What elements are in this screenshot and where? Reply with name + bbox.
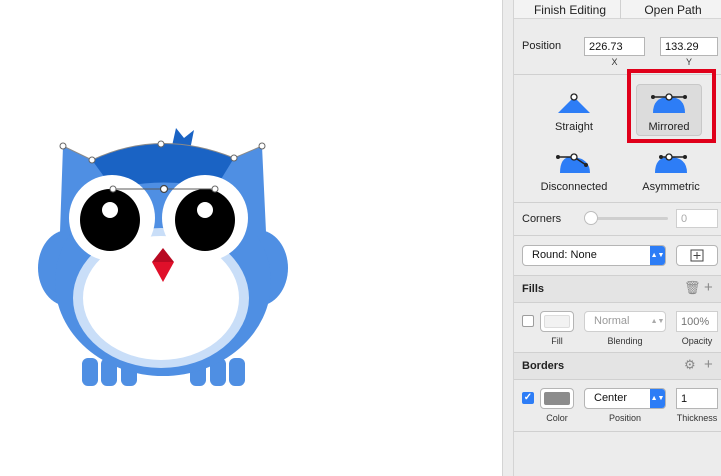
border-thickness-field[interactable] (676, 388, 718, 409)
straight-mode-button[interactable]: Straight (539, 83, 609, 141)
panel-splitter[interactable] (502, 0, 514, 476)
fill-opacity-field[interactable] (676, 311, 718, 332)
fills-row: Normal ▲▼ Fill Blending Opacity (514, 303, 721, 353)
borders-header: Borders ⚙ + (514, 353, 721, 380)
color-caption: Color (546, 413, 568, 423)
finish-editing-button[interactable]: Finish Editing (530, 0, 610, 19)
position-x-field[interactable] (584, 37, 645, 56)
fill-blending-value: Normal (594, 315, 630, 327)
chevron-down-icon: ▲▼ (650, 246, 665, 265)
disconnected-mode-label: Disconnected (540, 181, 608, 193)
fill-color-preview (544, 315, 570, 328)
chevron-updown-icon: ▲▼ (650, 318, 665, 325)
disconnected-point-icon (556, 153, 590, 173)
round-select-value: Round: None (532, 249, 597, 261)
chevron-updown-icon: ▲▼ (650, 389, 665, 408)
add-box-icon (690, 249, 704, 262)
add-round-button[interactable] (676, 245, 718, 266)
blending-caption: Blending (607, 336, 643, 346)
gear-icon[interactable]: ⚙ (684, 357, 696, 373)
round-section: Round: None ▲▼ (514, 236, 721, 276)
straight-point-icon (558, 93, 590, 113)
corners-slider-knob[interactable] (584, 211, 598, 225)
position-section: Position X Y (514, 19, 721, 75)
disconnected-mode-button[interactable]: Disconnected (539, 143, 609, 201)
corners-label: Corners (522, 213, 562, 225)
position-label: Position (522, 40, 562, 52)
fills-header: Fills 🗑 + (514, 276, 721, 303)
asymmetric-point-icon (655, 153, 687, 173)
add-border-icon[interactable]: + (704, 356, 713, 373)
border-color-preview (544, 392, 570, 405)
asymmetric-mode-button[interactable]: Asymmetric (636, 143, 706, 201)
selection-highlight-box (627, 69, 716, 143)
toolbar-separator (620, 0, 621, 19)
borders-title: Borders (522, 360, 565, 372)
thickness-caption: Thickness (676, 413, 718, 423)
border-position-value: Center (594, 392, 628, 404)
position-y-field[interactable] (660, 37, 718, 56)
borders-row: ✓ Center ▲▼ Color Position Thickness (514, 380, 721, 432)
border-position-select[interactable]: Center ▲▼ (584, 388, 666, 409)
fill-blending-select[interactable]: Normal ▲▼ (584, 311, 666, 332)
position-y-caption: Y (685, 57, 692, 67)
point-mode-section: Straight Mirrored Disconnected Asymmetri… (514, 69, 721, 203)
border-color-swatch[interactable] (540, 388, 574, 409)
corners-slider-track[interactable] (588, 217, 668, 220)
fill-caption: Fill (551, 336, 563, 346)
add-fill-icon[interactable]: + (704, 279, 713, 296)
asymmetric-mode-label: Asymmetric (642, 181, 700, 193)
open-path-button[interactable]: Open Path (638, 0, 708, 19)
round-select[interactable]: Round: None ▲▼ (522, 245, 666, 266)
straight-mode-label: Straight (555, 121, 593, 133)
opacity-caption: Opacity (681, 336, 713, 346)
position-x-caption: X (611, 57, 618, 67)
fill-color-swatch[interactable] (540, 311, 574, 332)
border-enabled-checkbox[interactable]: ✓ (522, 392, 534, 404)
owl-illustration[interactable] (0, 0, 502, 476)
trash-icon[interactable]: 🗑 (684, 280, 701, 296)
inspector-panel: Finish Editing Open Path Position X Y St… (514, 0, 721, 476)
fills-title: Fills (522, 283, 545, 295)
position-caption: Position (608, 413, 642, 423)
design-canvas[interactable] (0, 0, 502, 476)
corners-field[interactable] (676, 209, 718, 228)
fill-enabled-checkbox[interactable] (522, 315, 534, 327)
path-edit-toolbar: Finish Editing Open Path (514, 0, 721, 19)
